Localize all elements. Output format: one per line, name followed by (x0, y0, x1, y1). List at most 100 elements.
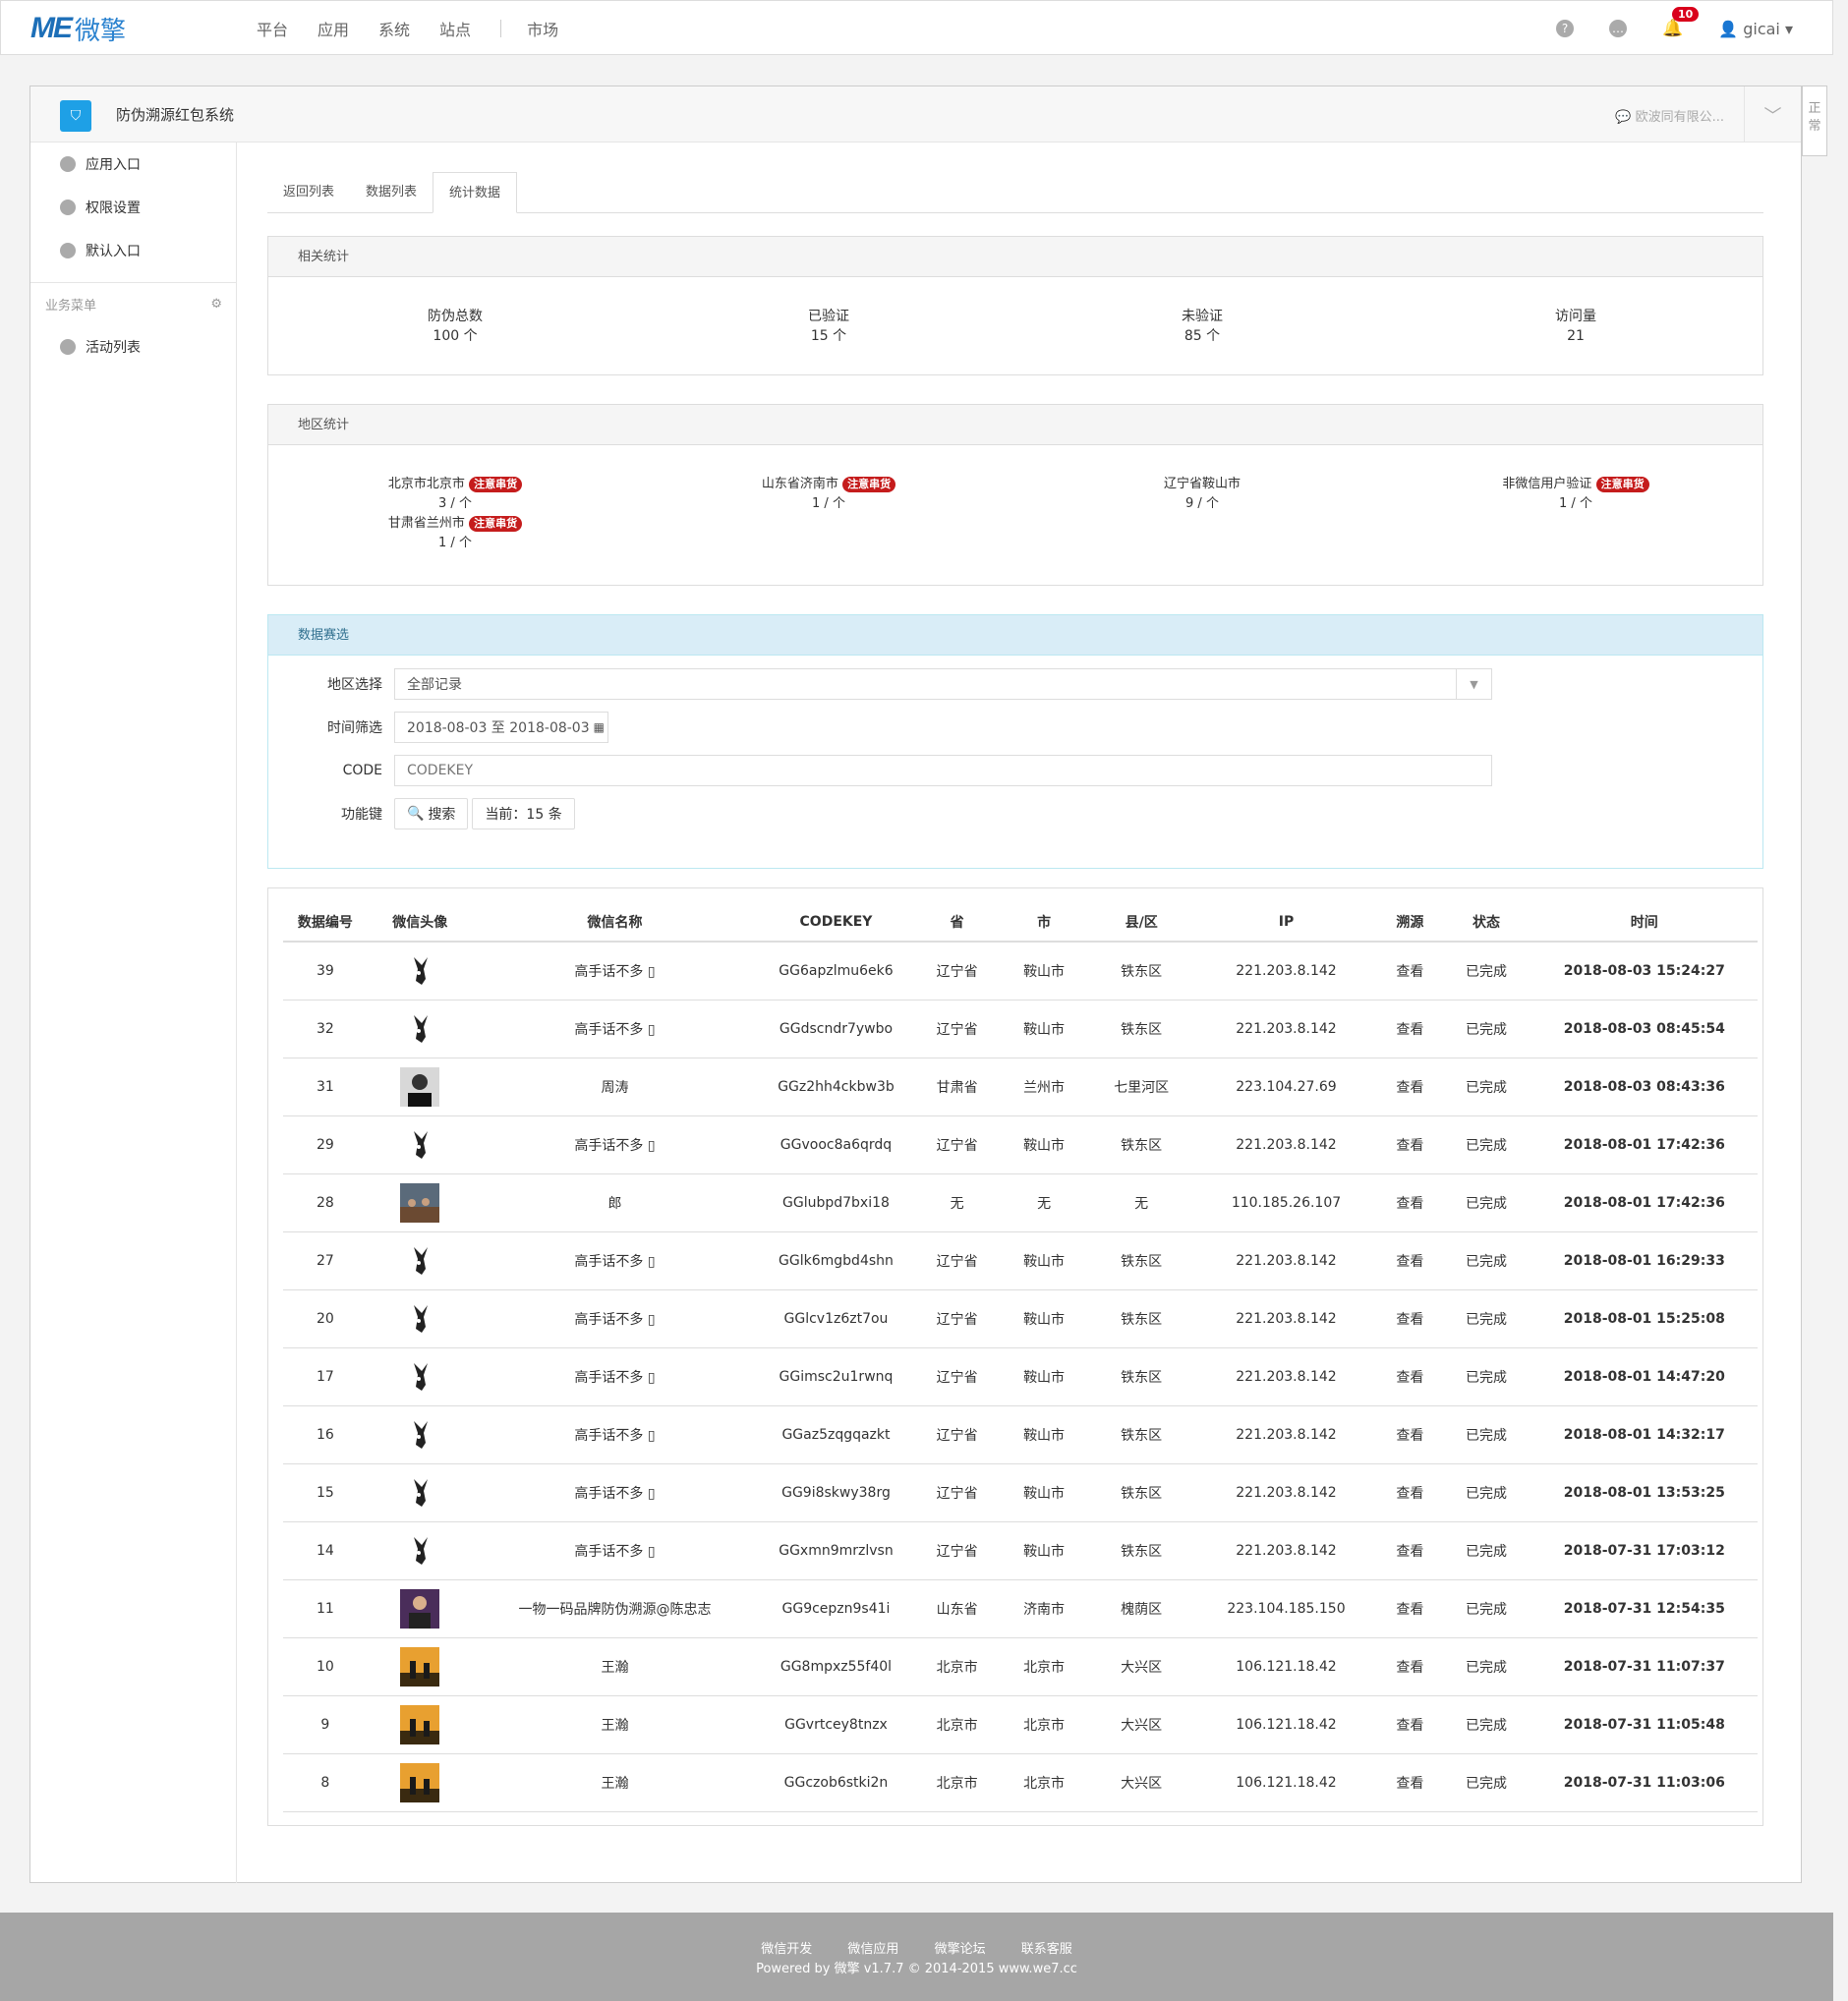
cell-status: 已完成 (1441, 942, 1531, 1000)
region-column: 山东省济南市 注意串货 1 / 个 (642, 475, 1015, 553)
avatar (400, 1008, 440, 1049)
stat-verified: 已验证 15 个 (642, 307, 1015, 346)
cell-trace[interactable]: 查看 (1378, 1405, 1442, 1464)
cell-district: 大兴区 (1088, 1753, 1194, 1812)
nav-system[interactable]: 系统 (378, 17, 410, 40)
sidebar: 应用入口 权限设置 默认入口 业务菜单 ⚙ 活动列表 (30, 143, 237, 1883)
cell-status: 已完成 (1441, 1000, 1531, 1058)
cell-trace[interactable]: 查看 (1378, 1000, 1442, 1058)
cell-trace[interactable]: 查看 (1378, 1695, 1442, 1754)
cell-avatar (367, 1637, 473, 1696)
cell-trace[interactable]: 查看 (1378, 1579, 1442, 1638)
col-province: 省 (914, 902, 1000, 943)
cell-province: 辽宁省 (914, 1231, 1000, 1290)
cell-id: 27 (283, 1231, 368, 1290)
username: gicai (1743, 19, 1780, 38)
cell-ip: 221.203.8.142 (1193, 1347, 1379, 1406)
sidebar-group-label: 业务菜单 (45, 299, 97, 314)
cell-trace[interactable]: 查看 (1378, 1753, 1442, 1812)
cell-city: 济南市 (999, 1579, 1089, 1638)
status-side-tab[interactable]: 正常 (1802, 86, 1827, 156)
gear-icon (60, 200, 76, 215)
region-count: 1 / 个 (812, 496, 845, 511)
cell-trace[interactable]: 查看 (1378, 1521, 1442, 1580)
cell-status: 已完成 (1441, 1347, 1531, 1406)
cell-nickname: 高手话不多 ▯ (472, 1405, 758, 1464)
cell-status: 已完成 (1441, 1463, 1531, 1522)
nav-market[interactable]: 市场 (527, 17, 558, 40)
region-panel: 地区统计 北京市北京市 注意串货 3 / 个 甘肃省兰州市 注意串货 1 / 个… (267, 404, 1763, 586)
cell-codekey: GG9i8skwy38rg (757, 1463, 915, 1522)
cell-trace[interactable]: 查看 (1378, 1289, 1442, 1348)
avatar (400, 1182, 440, 1223)
wechat-icon: 💬 (1615, 110, 1632, 125)
region-select-value: 全部记录 (407, 677, 462, 693)
stat-label: 访问量 (1555, 309, 1596, 324)
help-icon[interactable]: ? (1556, 20, 1575, 37)
col-ip: IP (1193, 902, 1379, 943)
cell-avatar (367, 1058, 473, 1116)
cell-avatar (367, 1463, 473, 1522)
sidebar-item-default-entry[interactable]: 默认入口 (30, 229, 236, 272)
cell-id: 29 (283, 1115, 368, 1174)
current-count-button[interactable]: 当前：15 条 (472, 798, 575, 829)
cell-district: 无 (1088, 1173, 1194, 1232)
region-column: 北京市北京市 注意串货 3 / 个 甘肃省兰州市 注意串货 1 / 个 (268, 475, 642, 553)
stat-label: 已验证 (808, 309, 849, 324)
sidebar-item-app-entry[interactable]: 应用入口 (30, 143, 236, 186)
warning-badge: 注意串货 (1595, 477, 1649, 492)
avatar (400, 1124, 440, 1165)
stat-value: 100 个 (433, 328, 478, 344)
notification-button[interactable]: 🔔 10 (1662, 7, 1700, 38)
cell-codekey: GGvrtcey8tnzx (757, 1695, 915, 1754)
cell-city: 鞍山市 (999, 1405, 1089, 1464)
nav-apps[interactable]: 应用 (318, 17, 349, 40)
nav-sites[interactable]: 站点 (439, 17, 471, 40)
sidebar-item-permissions[interactable]: 权限设置 (30, 186, 236, 229)
cell-trace[interactable]: 查看 (1378, 1173, 1442, 1232)
gear-icon[interactable]: ⚙ (210, 297, 222, 312)
cell-province: 北京市 (914, 1753, 1000, 1812)
cell-trace[interactable]: 查看 (1378, 1637, 1442, 1696)
cell-time: 2018-08-03 08:43:36 (1530, 1058, 1758, 1116)
stat-value: 21 (1567, 328, 1585, 344)
cell-id: 31 (283, 1058, 368, 1116)
code-input[interactable] (394, 755, 1492, 786)
cell-trace[interactable]: 查看 (1378, 1463, 1442, 1522)
cell-city: 鞍山市 (999, 1521, 1089, 1580)
region-name: 非微信用户验证 (1502, 477, 1592, 491)
cell-city: 鞍山市 (999, 1347, 1089, 1406)
footer-link-apps[interactable]: 微信应用 (847, 1942, 898, 1957)
caret-down-icon: ▾ (1784, 19, 1793, 38)
cell-status: 已完成 (1441, 1521, 1531, 1580)
cell-trace[interactable]: 查看 (1378, 1347, 1442, 1406)
footer-link-forum[interactable]: 微擎论坛 (935, 1942, 986, 1957)
sidebar-item-activity-list[interactable]: 活动列表 (30, 325, 236, 369)
account-switch[interactable]: 💬 欧波同有限公... (1615, 106, 1724, 125)
chevron-down-icon[interactable]: ﹀ (1744, 86, 1801, 143)
cell-province: 辽宁省 (914, 1521, 1000, 1580)
logo[interactable]: ME 微擎 (30, 12, 126, 46)
cell-trace[interactable]: 查看 (1378, 942, 1442, 1000)
region-select[interactable]: 全部记录 ▼ (394, 668, 1492, 700)
cell-city: 北京市 (999, 1695, 1089, 1754)
tab-back-to-list[interactable]: 返回列表 (267, 172, 350, 213)
tab-data-list[interactable]: 数据列表 (350, 172, 433, 213)
cell-city: 兰州市 (999, 1058, 1089, 1116)
footer-link-support[interactable]: 联系客服 (1021, 1942, 1072, 1957)
cell-city: 鞍山市 (999, 1115, 1089, 1174)
message-icon[interactable]: … (1609, 20, 1628, 37)
cell-nickname: 王瀚 (472, 1695, 758, 1754)
cell-trace[interactable]: 查看 (1378, 1115, 1442, 1174)
nav-platform[interactable]: 平台 (257, 17, 288, 40)
user-menu[interactable]: 👤 gicai ▾ (1718, 20, 1793, 38)
search-button[interactable]: 🔍 搜索 (394, 798, 469, 829)
footer-link-dev[interactable]: 微信开发 (761, 1942, 812, 1957)
cell-nickname: 高手话不多 ▯ (472, 1115, 758, 1174)
cell-trace[interactable]: 查看 (1378, 1231, 1442, 1290)
cell-trace[interactable]: 查看 (1378, 1058, 1442, 1116)
date-range-input[interactable]: 2018-08-03 至 2018-08-03 ▦ (394, 712, 608, 743)
top-navbar: ME 微擎 平台 应用 系统 站点 市场 ? … 🔔 10 👤 gicai ▾ (0, 0, 1833, 55)
cell-time: 2018-08-01 17:42:36 (1530, 1173, 1758, 1232)
tab-statistics[interactable]: 统计数据 (433, 172, 518, 213)
